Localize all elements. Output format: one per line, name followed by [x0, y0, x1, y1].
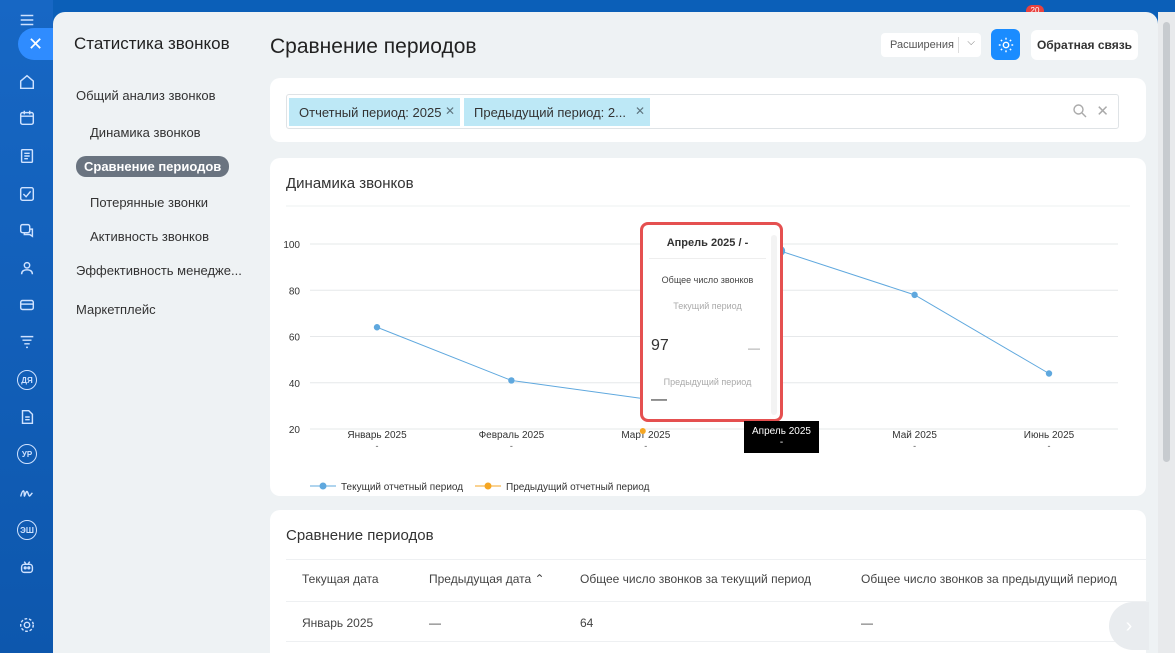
avatar-ur[interactable]: УР [15, 442, 39, 466]
tooltip-current-label: Текущий период [673, 301, 742, 311]
cell-current-total: 64 [580, 616, 594, 630]
x-tick-sublabel: - [913, 441, 916, 451]
tooltip-title: Апрель 2025 / - [666, 237, 749, 249]
clear-filter-icon[interactable]: ✕ [1096, 102, 1109, 120]
app-rail: ✕ ДЯ УР ЭШ [0, 0, 53, 653]
column-header-previous-total[interactable]: Общее число звонков за предыдущий период [861, 572, 1117, 586]
scroll-right-button[interactable]: › [1109, 602, 1149, 650]
divider [958, 37, 959, 53]
cell-previous-date: — [429, 616, 441, 630]
legend-swatch-dot [319, 482, 327, 490]
active-category-sub: - [779, 437, 784, 448]
chart-tooltip: Апрель 2025 / - Общее число звонков Теку… [640, 222, 783, 422]
page-scrollbar[interactable] [1158, 12, 1175, 653]
task-icon[interactable] [15, 182, 39, 206]
page-title: Сравнение периодов [270, 35, 477, 58]
close-slider-button[interactable]: ✕ [18, 28, 53, 60]
y-tick-label: 60 [289, 333, 301, 344]
x-tick-label: Январь 2025 [347, 430, 407, 441]
data-point [911, 291, 918, 299]
tooltip-metric: Общее число звонков [661, 275, 754, 285]
chevron-right-icon: › [1125, 614, 1133, 637]
divider [286, 559, 1146, 560]
comparison-table-card: Сравнение периодов Текущая дата Предыдущ… [270, 510, 1146, 653]
file-icon[interactable] [15, 405, 39, 429]
settings-icon[interactable] [15, 613, 39, 637]
column-header-previous-date[interactable]: Предыдущая дата ⌃ [429, 572, 545, 586]
settings-button[interactable] [991, 29, 1020, 60]
sidebar-item-manager-efficiency[interactable]: Эффективность менедже... [76, 263, 242, 278]
tooltip-previous-value: — [651, 391, 667, 408]
crm-icon[interactable] [15, 293, 39, 317]
filter-chip-previous-period[interactable]: Предыдущий период: 2... ✕ [464, 98, 650, 126]
x-tick-sublabel: - [510, 441, 513, 451]
x-tick-sublabel: - [644, 441, 647, 451]
filter-card: Отчетный период: 2025 ✕ Предыдущий перио… [270, 78, 1146, 142]
active-category-label: Апрель 2025 - [744, 421, 819, 453]
legend-entry: Текущий отчетный период [341, 482, 463, 493]
search-icon[interactable] [1072, 103, 1088, 119]
sidebar-title: Статистика звонков [74, 34, 230, 53]
cell-previous-total: — [861, 616, 873, 630]
legend-entry: Предыдущий отчетный период [506, 482, 650, 493]
robot-icon[interactable] [15, 555, 39, 579]
data-point [508, 377, 515, 384]
x-tick-label: Май 2025 [892, 430, 937, 441]
avatar-esh[interactable]: ЭШ [15, 518, 39, 542]
table-title: Сравнение периодов [286, 527, 434, 544]
divider [286, 601, 1146, 602]
legend-swatch-dot [484, 482, 492, 490]
tooltip-current-dash: — [748, 341, 760, 355]
divider [286, 641, 1146, 642]
chip-remove-icon[interactable]: ✕ [445, 104, 455, 118]
tooltip-divider [649, 258, 766, 259]
x-tick-sublabel: - [1048, 441, 1051, 451]
close-icon: ✕ [27, 33, 44, 54]
tooltip-scrollbar[interactable] [771, 235, 777, 415]
feedback-button[interactable]: Обратная связь [1031, 30, 1138, 60]
data-point [1045, 370, 1053, 377]
tooltip-previous-label: Предыдущий период [663, 377, 752, 387]
sidebar-item-overview[interactable]: Общий анализ звонков [76, 88, 216, 103]
data-point-previous [639, 428, 646, 434]
active-category-name: Апрель 2025 [752, 426, 811, 437]
calendar-icon[interactable] [15, 106, 39, 130]
signature-icon[interactable] [15, 480, 39, 504]
data-point [373, 324, 381, 331]
y-tick-label: 40 [289, 379, 301, 390]
home-icon[interactable] [15, 70, 39, 94]
sidebar-item-dynamics[interactable]: Динамика звонков [90, 125, 201, 140]
y-tick-label: 100 [283, 240, 300, 251]
document-icon[interactable] [15, 144, 39, 168]
extensions-label: Расширения [890, 39, 954, 51]
chevron-down-icon: ⌵ [967, 37, 975, 48]
chip-label: Предыдущий период: 2... [474, 104, 626, 120]
x-tick-label: Июнь 2025 [1024, 430, 1075, 441]
sidebar-item-marketplace[interactable]: Маркетплейс [76, 302, 156, 317]
extensions-button[interactable]: Расширения ⌵ [881, 33, 981, 57]
contacts-icon[interactable] [15, 256, 39, 280]
filter-input[interactable]: Отчетный период: 2025 ✕ Предыдущий перио… [286, 94, 1119, 129]
y-tick-label: 20 [289, 425, 301, 436]
scrollbar-thumb[interactable] [1163, 22, 1170, 462]
chip-label: Отчетный период: 2025 [299, 104, 442, 120]
chat-icon[interactable] [15, 218, 39, 242]
cell-current-date: Январь 2025 [302, 616, 374, 630]
gear-icon [998, 37, 1013, 52]
x-tick-label: Февраль 2025 [479, 430, 545, 441]
avatar-dya[interactable]: ДЯ [15, 368, 39, 392]
filter-chip-report-period[interactable]: Отчетный период: 2025 ✕ [289, 98, 460, 126]
column-header-current-date[interactable]: Текущая дата [302, 572, 379, 586]
x-tick-sublabel: - [376, 441, 379, 451]
x-tick-label: Март 2025 [621, 430, 670, 441]
sidebar-item-lost-calls[interactable]: Потерянные звонки [90, 195, 208, 210]
sidebar-item-activity[interactable]: Активность звонков [90, 229, 209, 244]
chip-remove-icon[interactable]: ✕ [635, 104, 645, 118]
filter-funnel-icon[interactable] [15, 330, 39, 354]
slider-panel: Статистика звонков Общий анализ звонков … [53, 12, 1158, 653]
tooltip-current-value: 97 [651, 337, 669, 354]
column-header-current-total[interactable]: Общее число звонков за текущий период [580, 572, 811, 586]
y-tick-label: 80 [289, 286, 301, 297]
sidebar-item-period-compare[interactable]: Сравнение периодов [76, 156, 230, 177]
